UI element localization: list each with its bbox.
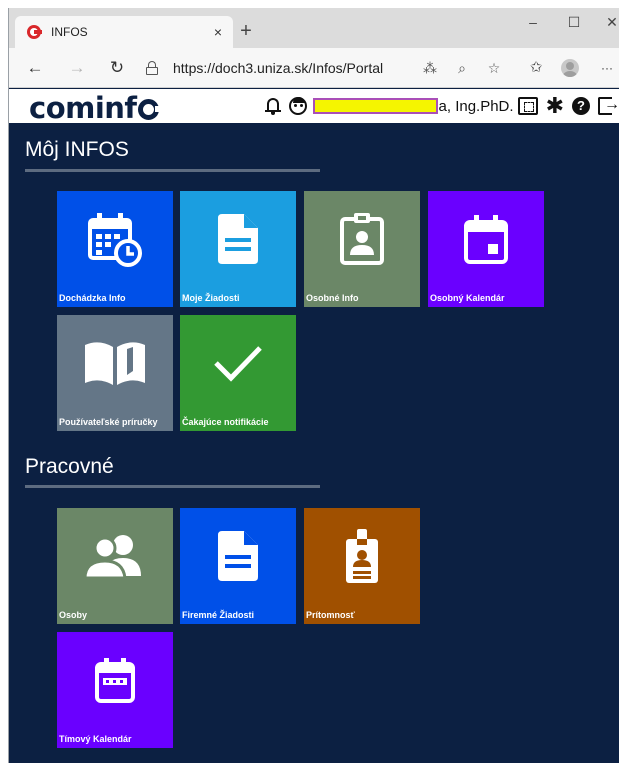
name-badge-icon <box>304 508 420 604</box>
new-tab-button[interactable]: + <box>235 20 257 43</box>
back-button[interactable]: ← <box>23 56 47 80</box>
people-icon <box>57 508 173 604</box>
section-title-moj-infos: Môj INFOS <box>25 138 129 161</box>
header-toolbar: a, Ing.PhD. ✱ ? → <box>261 89 619 123</box>
close-window-button[interactable]: ✕ <box>597 14 619 31</box>
notifications-bell-icon[interactable] <box>264 89 281 123</box>
more-menu-button[interactable]: ··· <box>595 56 619 80</box>
logout-icon[interactable]: → <box>598 89 619 123</box>
tile-label: Používateľské príručky <box>59 417 158 427</box>
tab-title: INFOS <box>51 25 88 39</box>
tile-label: Tímový Kalendár <box>59 734 132 744</box>
favorites-list-icon[interactable]: ✩ <box>524 56 548 80</box>
tile-firemne-ziadosti[interactable]: Firemné Žiadosti <box>180 508 296 624</box>
translate-icon[interactable]: ⁂ <box>419 55 441 81</box>
logo-o-icon <box>137 99 160 120</box>
tile-osobny-kalendar[interactable]: Osobný Kalendár <box>428 191 544 307</box>
tile-cakajuce-notifikacie[interactable]: Čakajúce notifikácie <box>180 315 296 431</box>
tile-label: Prítomnosť <box>306 610 355 620</box>
help-icon[interactable]: ? <box>572 89 590 123</box>
section-divider <box>25 169 320 172</box>
app-header: cominf a, Ing.PhD. ✱ ? → <box>9 89 619 125</box>
id-badge-icon <box>304 191 420 287</box>
favorite-star-icon[interactable]: ☆ <box>483 55 505 81</box>
browser-window: INFOS × + – ☐ ✕ ← → ↻ https://doch3.uniz… <box>8 8 619 763</box>
cominfo-logo[interactable]: cominf <box>29 91 160 125</box>
tile-label: Dochádzka Info <box>59 293 126 303</box>
tile-moje-ziadosti[interactable]: Moje Žiadosti <box>180 191 296 307</box>
address-bar-row: ← → ↻ https://doch3.uniza.sk/Infos/Porta… <box>9 48 619 88</box>
calendar-clock-icon <box>57 191 173 287</box>
tab-strip: INFOS × + – ☐ ✕ <box>9 8 619 48</box>
tile-label: Čakajúce notifikácie <box>182 417 269 427</box>
tile-label: Osobné Info <box>306 293 359 303</box>
tile-timovy-kalendar[interactable]: Tímový Kalendár <box>57 632 173 748</box>
tile-osoby[interactable]: Osoby <box>57 508 173 624</box>
redacted-username <box>312 98 438 114</box>
maximize-button[interactable]: ☐ <box>559 14 589 31</box>
settings-gear-icon[interactable]: ✱ <box>546 89 564 123</box>
browser-tab-infos[interactable]: INFOS × <box>15 16 233 48</box>
forward-button[interactable]: → <box>65 56 89 80</box>
tile-label: Moje Žiadosti <box>182 293 240 303</box>
tile-dochadzka-info[interactable]: Dochádzka Info <box>57 191 173 307</box>
book-icon <box>57 315 173 411</box>
profile-avatar[interactable] <box>561 59 579 77</box>
calendar-dots-icon <box>57 632 173 728</box>
section-divider <box>25 485 320 488</box>
user-name[interactable]: a, Ing.PhD. <box>439 98 514 115</box>
tile-pouzivatelske-prirucky[interactable]: Používateľské príručky <box>57 315 173 431</box>
tile-label: Osobný Kalendár <box>430 293 505 303</box>
zoom-icon[interactable]: ⌕ <box>451 55 473 81</box>
fullscreen-icon[interactable] <box>517 89 538 123</box>
reload-button[interactable]: ↻ <box>105 56 129 80</box>
document-icon <box>180 191 296 287</box>
url-text: https://doch3.uniza.sk/Infos/Portal <box>173 60 384 76</box>
cominfo-favicon-icon <box>27 25 42 39</box>
document-icon <box>180 508 296 604</box>
logo-text: cominf <box>29 91 137 125</box>
tile-label: Firemné Žiadosti <box>182 610 255 620</box>
minimize-button[interactable]: – <box>518 14 548 30</box>
checkmark-icon <box>180 315 296 411</box>
section-title-pracovne: Pracovné <box>25 455 114 478</box>
close-tab-icon[interactable]: × <box>207 24 229 40</box>
url-field[interactable]: https://doch3.uniza.sk/Infos/Portal ⁂ ⌕ … <box>143 55 513 81</box>
tile-label: Osoby <box>59 610 88 620</box>
tile-pritomnost[interactable]: Prítomnosť <box>304 508 420 624</box>
lock-icon <box>145 61 159 75</box>
tile-osobne-info[interactable]: Osobné Info <box>304 191 420 307</box>
user-face-icon[interactable] <box>288 89 307 123</box>
calendar-icon <box>428 191 544 287</box>
